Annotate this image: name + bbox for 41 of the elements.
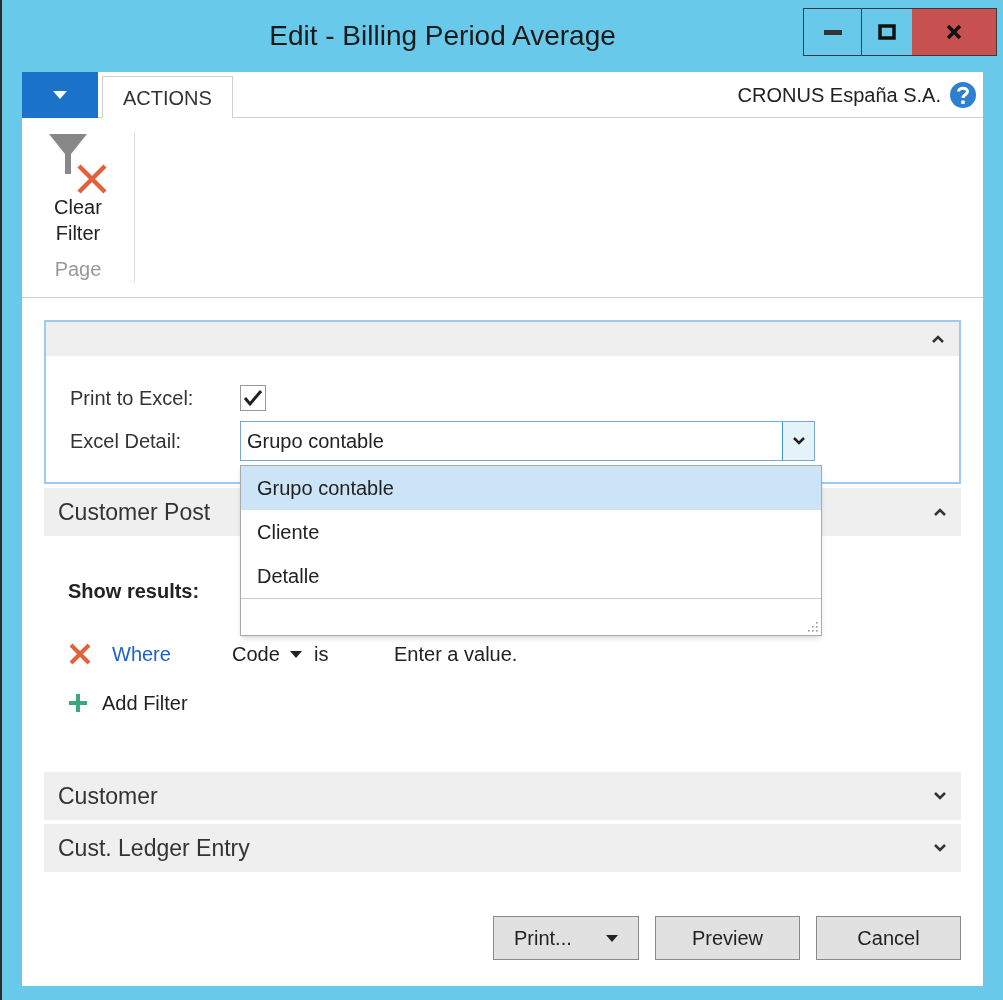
section-header[interactable]: Cust. Ledger Entry [44,824,961,872]
company-name: CRONUS España S.A. [737,82,941,108]
section-header[interactable]: Customer [44,772,961,820]
dropdown-option[interactable]: Cliente [241,510,821,554]
filter-field[interactable]: Code [232,639,290,669]
plus-icon [68,693,88,713]
field-label: Excel Detail: [70,429,183,454]
clear-filter-button[interactable]: Clear Filter [28,132,128,246]
filter-value-field[interactable]: Enter a value. [394,639,518,669]
field-label: Print to Excel: [70,386,195,411]
dropdown-option[interactable]: Grupo contable [241,466,821,510]
caret-down-icon [53,91,67,99]
close-icon [946,24,962,40]
ribbon-tab[interactable]: ACTIONS [102,76,233,118]
close-button[interactable] [912,9,996,55]
ribbon-group-label: Page [54,257,102,282]
add-filter-button[interactable]: Add Filter [102,688,188,718]
chevron-down-icon [791,436,806,446]
dropdown-option[interactable]: Detalle [241,554,821,598]
dialog-button[interactable]: Cancel [816,916,961,960]
chevron-down-icon[interactable] [933,843,947,853]
caret-down-icon[interactable] [290,650,302,658]
where-link[interactable]: Where [112,639,232,669]
help-icon[interactable] [949,80,977,109]
dropdown-toggle[interactable] [782,422,814,460]
dropdown-field[interactable]: Grupo contable [240,421,815,461]
chevron-down-icon[interactable] [933,791,947,801]
remove-filter-icon[interactable] [68,643,92,665]
print-button[interactable]: Print... [493,916,639,960]
checkbox[interactable] [240,385,266,411]
maximize-icon [878,24,896,40]
chevron-up-icon[interactable] [931,334,945,344]
resize-grip-icon[interactable] [806,620,818,632]
minimize-icon [823,29,842,35]
checkmark-icon [243,389,263,407]
dialog-button[interactable]: Preview [655,916,800,960]
chevron-up-icon[interactable] [933,507,947,517]
show-results-label: Show results: [68,579,201,604]
window-title: Edit - Billing Period Average [269,19,616,53]
filter-operator: is [314,642,330,667]
caret-down-icon [606,934,618,942]
